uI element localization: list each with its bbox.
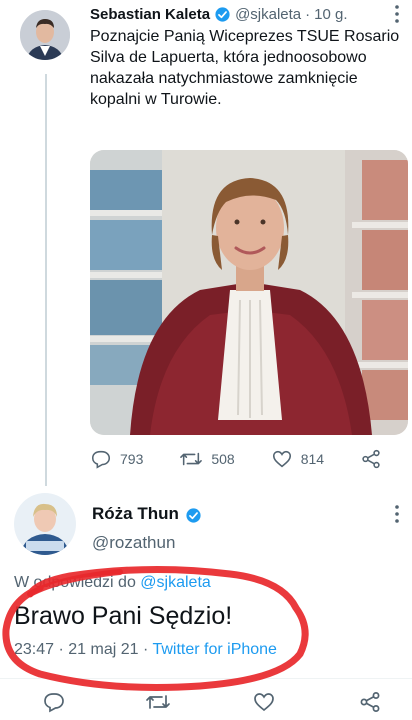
reply-text: Brawo Pani Sędzio! <box>14 602 233 630</box>
reply-author-avatar[interactable] <box>14 493 76 555</box>
author-handle: @sjkaleta <box>235 6 302 23</box>
tweet-photo[interactable] <box>90 150 408 435</box>
replying-to-link[interactable]: @sjkaleta <box>140 574 211 591</box>
thread-connector-line <box>45 74 47 486</box>
more-icon[interactable] <box>394 504 400 529</box>
tweet-time: 10 g. <box>314 6 348 23</box>
divider <box>0 678 412 679</box>
reply-icon <box>90 448 112 470</box>
reply-meta: 23:47 · 21 maj 21 · Twitter for iPhone <box>14 641 277 659</box>
like-count: 814 <box>300 451 325 467</box>
verified-icon <box>214 6 231 23</box>
tweet-header: Sebastian Kaleta @sjkaleta · 10 g. <box>90 6 348 23</box>
replying-to-line: W odpowiedzi do @sjkaleta <box>14 574 211 592</box>
retweet-icon[interactable] <box>145 690 171 719</box>
share-icon[interactable] <box>358 690 382 719</box>
retweet-icon <box>179 448 203 470</box>
separator-dot: · <box>305 6 311 23</box>
author-avatar[interactable] <box>20 10 70 60</box>
bottom-action-bar <box>0 680 412 720</box>
replying-prefix: W odpowiedzi do <box>14 574 141 591</box>
like-icon[interactable] <box>252 690 276 719</box>
reply-action[interactable]: 793 <box>90 448 143 470</box>
share-icon <box>360 448 382 470</box>
retweet-count: 508 <box>211 451 235 467</box>
reply-author-name[interactable]: Róża Thun <box>92 504 179 524</box>
like-action[interactable]: 814 <box>271 448 324 470</box>
reply-count: 793 <box>120 451 144 467</box>
reply-source-link[interactable]: Twitter for iPhone <box>152 641 277 658</box>
verified-icon <box>185 506 202 523</box>
reply-timestamp: 23:47 · 21 maj 21 · <box>14 641 153 658</box>
author-name[interactable]: Sebastian Kaleta <box>90 6 210 23</box>
tweet-actions: 793 508 814 <box>90 446 400 472</box>
retweet-action[interactable]: 508 <box>179 448 235 470</box>
reply-author-handle: @rozathun <box>92 533 176 552</box>
tweet-text: Poznajcie Panią Wiceprezes TSUE Rosario … <box>90 28 400 108</box>
share-action[interactable] <box>360 448 382 470</box>
reply-icon[interactable] <box>42 690 66 719</box>
reply-author-row: Róża Thun <box>92 504 202 524</box>
like-icon <box>271 448 293 470</box>
